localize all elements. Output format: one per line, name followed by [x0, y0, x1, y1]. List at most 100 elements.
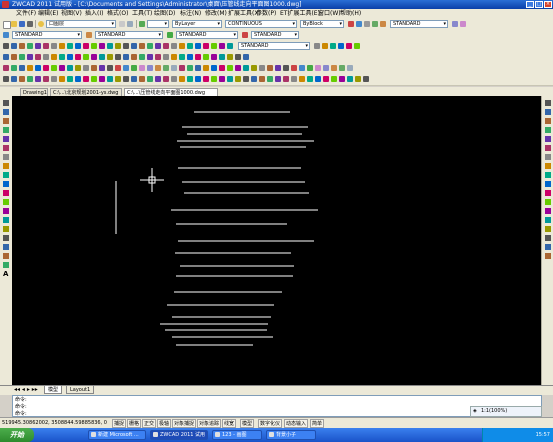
extra2-tool-43-icon[interactable]: [339, 76, 345, 82]
snap-tangent-icon[interactable]: [219, 54, 225, 60]
modify-fillet-icon[interactable]: [545, 235, 551, 241]
tool-palette-icon[interactable]: [147, 54, 153, 60]
extra2-tool-20-icon[interactable]: [155, 76, 161, 82]
mtext-icon[interactable]: [75, 43, 81, 49]
polyline-icon[interactable]: [11, 43, 17, 49]
make-block-icon[interactable]: [3, 217, 9, 223]
move-icon[interactable]: [163, 43, 169, 49]
extra2-tool-10-icon[interactable]: [75, 76, 81, 82]
draw-circle-icon[interactable]: [3, 163, 9, 169]
extra-tool-2-icon[interactable]: [11, 65, 17, 71]
draw-arc-icon[interactable]: [3, 154, 9, 160]
command-window[interactable]: 命令: 命令: 命令:: [12, 395, 542, 417]
extra-tool-9-icon[interactable]: [67, 65, 73, 71]
dim-style-icon[interactable]: [460, 21, 466, 27]
snap-midpoint-icon[interactable]: [171, 54, 177, 60]
extra-tool-15-icon[interactable]: [115, 65, 121, 71]
status-dynamic-input[interactable]: 动态输入: [284, 419, 309, 428]
dimension-icon[interactable]: [107, 43, 113, 49]
draw-ellipse-icon[interactable]: [3, 190, 9, 196]
maximize-button[interactable]: □: [535, 1, 543, 8]
layout-tab-layout1[interactable]: Layout1: [66, 386, 95, 394]
snap-settings-icon[interactable]: [243, 54, 249, 60]
snap-intersection-icon[interactable]: [203, 54, 209, 60]
modify-move-icon[interactable]: [545, 145, 551, 151]
extra2-tool-17-icon[interactable]: [131, 76, 137, 82]
extra-tool-21-icon[interactable]: [163, 65, 169, 71]
menu-edit[interactable]: 编辑(E): [38, 10, 58, 18]
lengthen-icon[interactable]: [338, 43, 344, 49]
menu-tools[interactable]: 工具(T): [132, 10, 152, 18]
extra-tool-18-icon[interactable]: [139, 65, 145, 71]
array-icon[interactable]: [155, 43, 161, 49]
extra2-tool-39-icon[interactable]: [307, 76, 313, 82]
extra-tool-8-icon[interactable]: [59, 65, 65, 71]
shade-icon[interactable]: [83, 54, 89, 60]
extra2-tool-42-icon[interactable]: [331, 76, 337, 82]
linetype-dropdown[interactable]: CONTINUOUS: [225, 20, 297, 28]
modify-break-point-icon[interactable]: [545, 199, 551, 205]
extra2-tool-30-icon[interactable]: [235, 76, 241, 82]
extra2-tool-1-icon[interactable]: [3, 76, 9, 82]
extra2-tool-36-icon[interactable]: [283, 76, 289, 82]
open-icon[interactable]: [11, 21, 17, 27]
modify-extend-icon[interactable]: [545, 190, 551, 196]
fillet-icon[interactable]: [227, 43, 233, 49]
close-button[interactable]: ×: [544, 1, 552, 8]
extra-tool-38-icon[interactable]: [299, 65, 305, 71]
break-icon[interactable]: [211, 43, 217, 49]
point-icon[interactable]: [59, 43, 65, 49]
layer-manager-icon[interactable]: [127, 21, 133, 27]
render-icon[interactable]: [91, 54, 97, 60]
draw-point-icon[interactable]: [3, 226, 9, 232]
redraw-icon[interactable]: [43, 54, 49, 60]
3d-orbit-icon[interactable]: [75, 54, 81, 60]
draw-ray-icon[interactable]: [3, 109, 9, 115]
style-dropdown-1[interactable]: STANDARD: [390, 20, 448, 28]
extra-tool-20-icon[interactable]: [155, 65, 161, 71]
status-polar[interactable]: 极轴: [157, 419, 172, 428]
modify-join-icon[interactable]: [545, 217, 551, 223]
extra-tool-44-icon[interactable]: [347, 65, 353, 71]
extra-tool-13-icon[interactable]: [99, 65, 105, 71]
line-icon[interactable]: [3, 43, 9, 49]
extra2-tool-8-icon[interactable]: [59, 76, 65, 82]
extra2-tool-25-icon[interactable]: [195, 76, 201, 82]
extra2-tool-46-icon[interactable]: [363, 76, 369, 82]
layer-dropdown[interactable]: 口图层: [46, 20, 116, 28]
extra-tool-26-icon[interactable]: [203, 65, 209, 71]
menu-help[interactable]: 帮助(H): [340, 10, 361, 18]
extra2-tool-19-icon[interactable]: [147, 76, 153, 82]
extra-tool-29-icon[interactable]: [227, 65, 233, 71]
extra-tool-35-icon[interactable]: [275, 65, 281, 71]
text-style-dropdown[interactable]: STANDARD: [12, 31, 82, 39]
copy-icon[interactable]: [131, 43, 137, 49]
table-tool-icon[interactable]: [3, 262, 9, 268]
extra-tool-40-icon[interactable]: [315, 65, 321, 71]
draw-polygon-icon[interactable]: [3, 136, 9, 142]
text-style-icon[interactable]: [452, 21, 458, 27]
menu-format[interactable]: 格式(O): [107, 10, 128, 18]
extra-tool-6-icon[interactable]: [43, 65, 49, 71]
table-icon[interactable]: [99, 43, 105, 49]
erase-icon[interactable]: [123, 43, 129, 49]
extra2-tool-18-icon[interactable]: [139, 76, 145, 82]
modify-explode-icon[interactable]: [545, 244, 551, 250]
spline-icon[interactable]: [83, 43, 89, 49]
status-simple[interactable]: 简单: [310, 419, 325, 428]
extra2-tool-21-icon[interactable]: [163, 76, 169, 82]
mleader-style-dropdown[interactable]: STANDARD: [251, 31, 299, 39]
status-snap[interactable]: 捕捉: [112, 419, 127, 428]
modify-copy-icon[interactable]: [545, 109, 551, 115]
extra2-tool-44-icon[interactable]: [347, 76, 353, 82]
extra2-tool-5-icon[interactable]: [35, 76, 41, 82]
hatch-tool-icon[interactable]: [3, 235, 9, 241]
status-grid[interactable]: 栅格: [127, 419, 142, 428]
extra2-tool-38-icon[interactable]: [299, 76, 305, 82]
block-insert-icon[interactable]: [51, 43, 57, 49]
snap-endpoint-icon[interactable]: [163, 54, 169, 60]
named-views-icon[interactable]: [59, 54, 65, 60]
align-icon[interactable]: [330, 43, 336, 49]
layer-state-icon[interactable]: [38, 21, 44, 27]
menu-view[interactable]: 视图(V): [61, 10, 82, 18]
